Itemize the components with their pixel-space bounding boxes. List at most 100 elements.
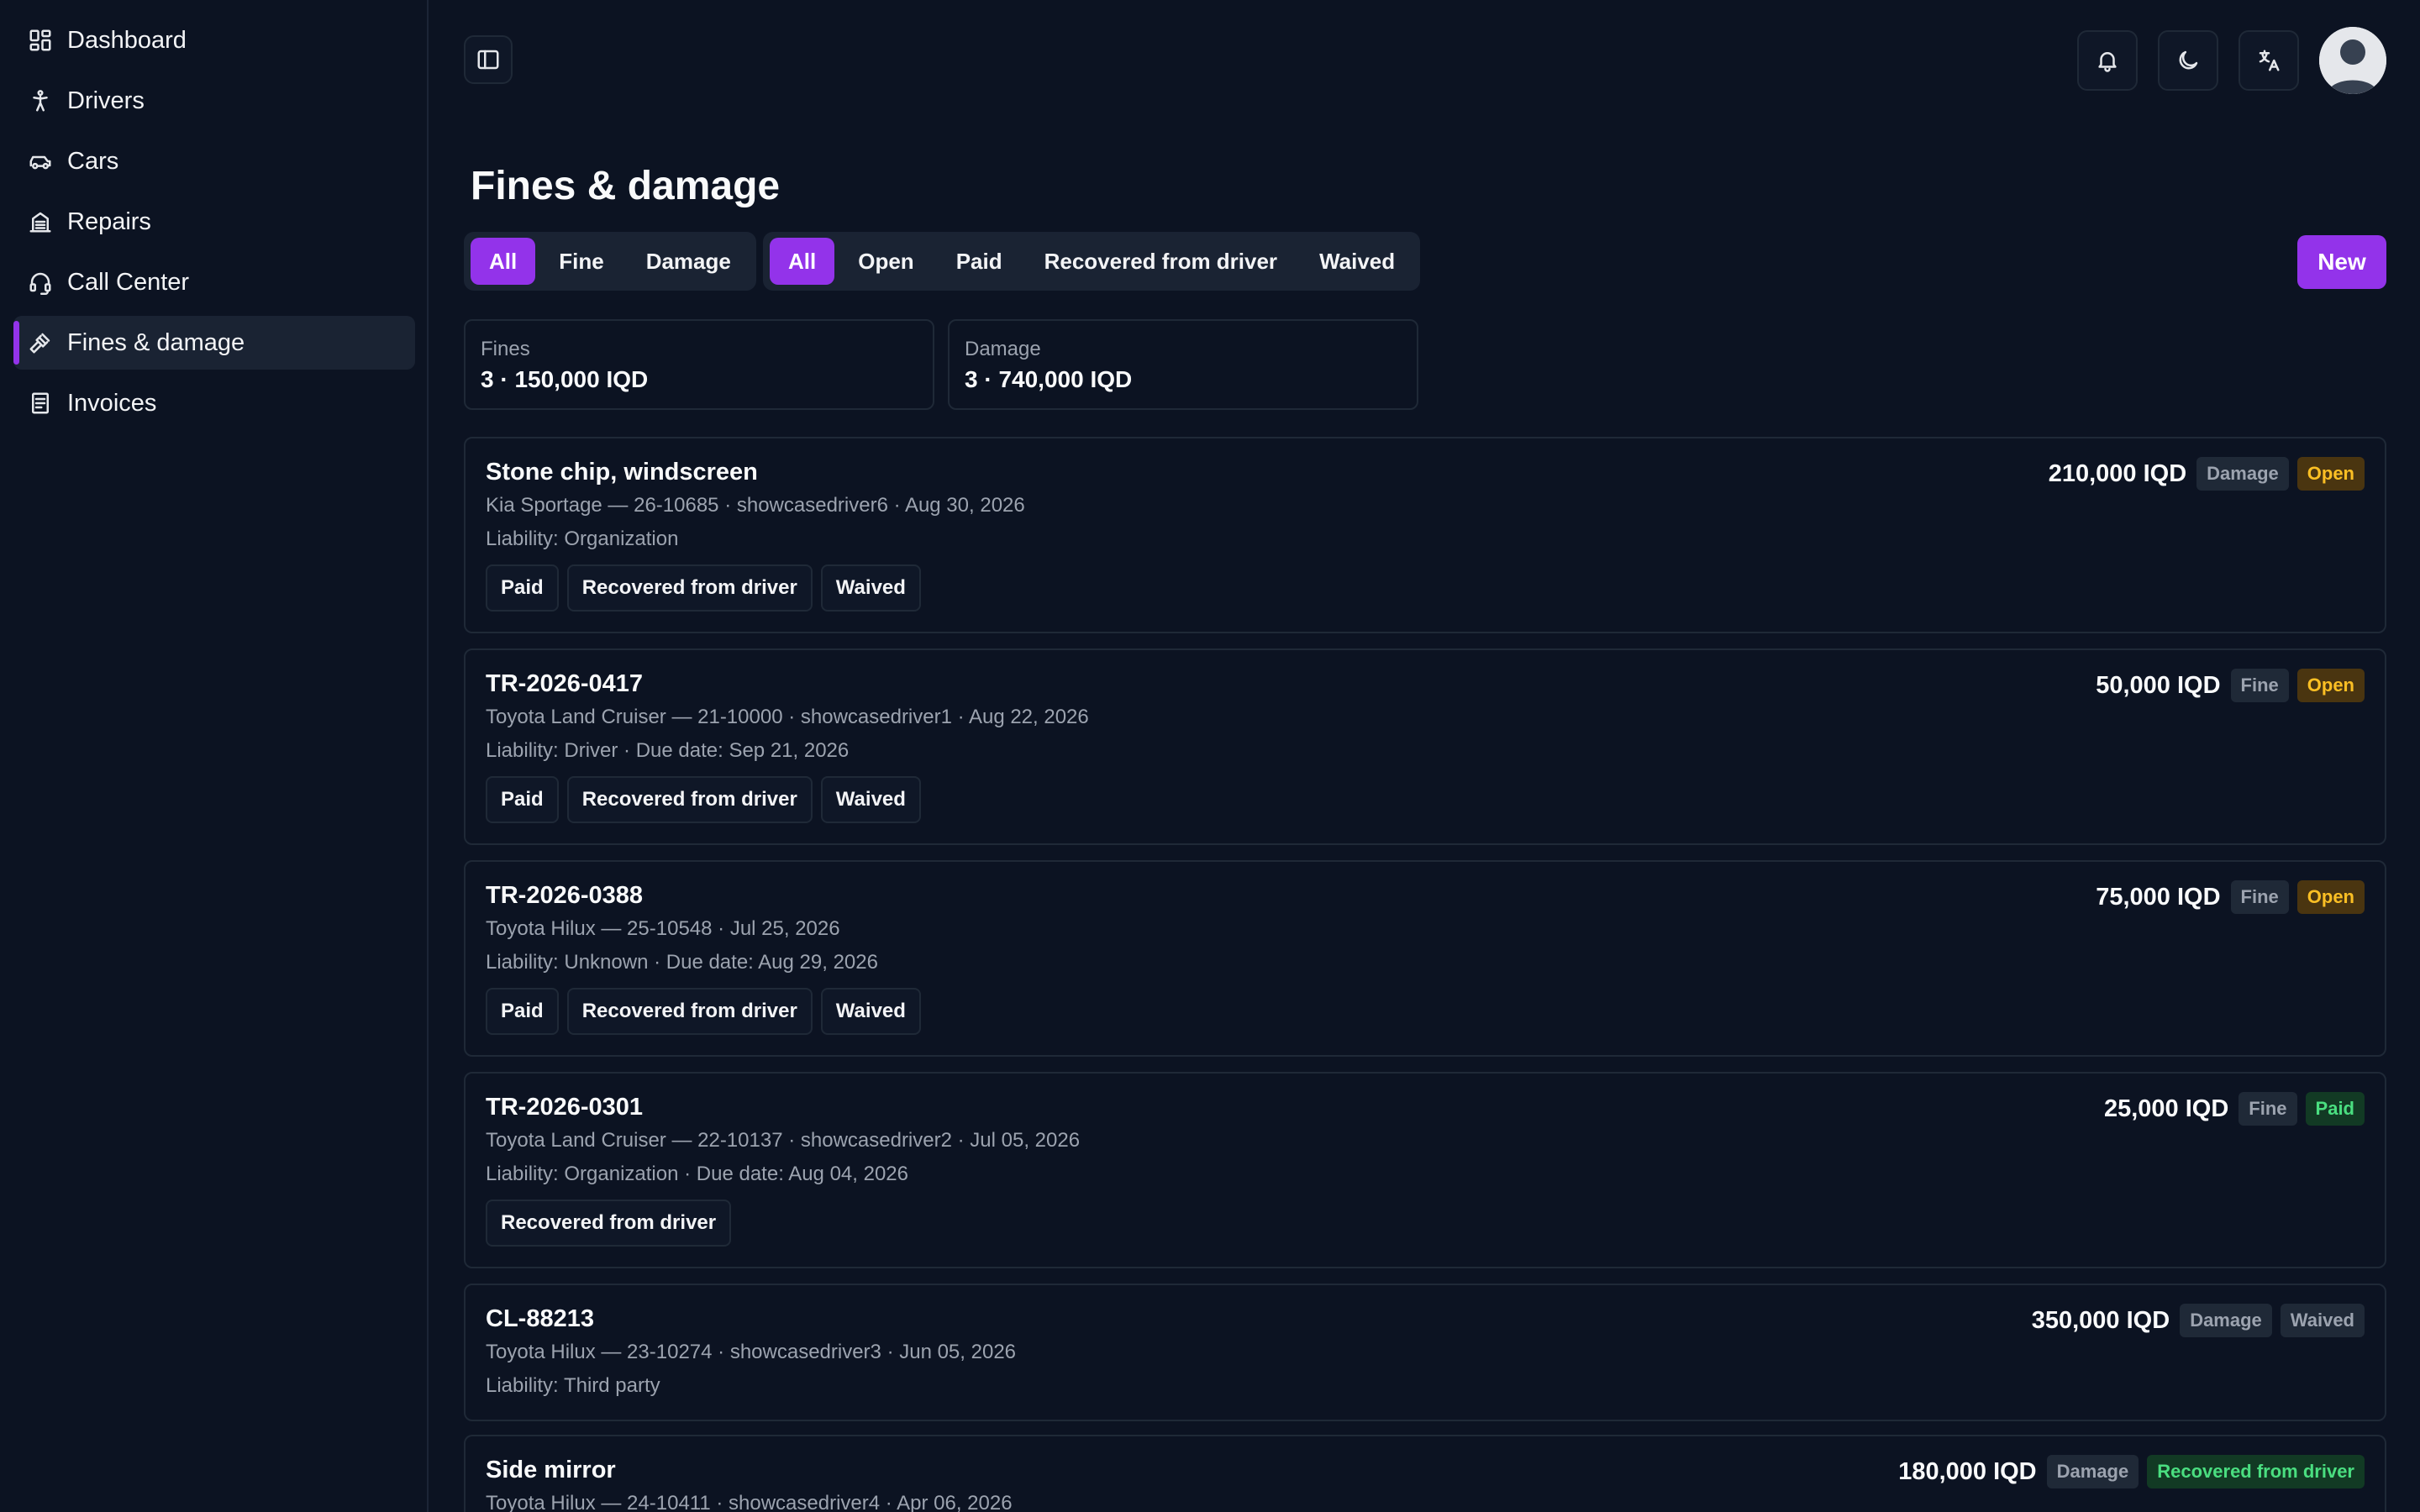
sidebar-item-label: Call Center — [67, 268, 190, 296]
sidebar-item-invoices[interactable]: Invoices — [13, 376, 415, 430]
status-badge: Waived — [2280, 1304, 2365, 1337]
invoice-icon — [27, 390, 54, 417]
translate-icon — [2259, 50, 2280, 71]
mark-waived-button[interactable]: Waived — [820, 564, 921, 612]
status-filter-paid[interactable]: Paid — [938, 238, 1021, 285]
new-button[interactable]: New — [2297, 235, 2386, 289]
mark-paid-button[interactable]: Paid — [486, 776, 559, 823]
mark-recovered-button[interactable]: Recovered from driver — [566, 564, 813, 612]
record-actions: Paid Recovered from driver Waived — [486, 776, 921, 823]
record-meta: 75,000 IQD Fine Open — [2096, 880, 2365, 914]
record-card[interactable]: TR-2026-0301 Toyota Land Cruiser — 22-10… — [464, 1072, 2386, 1268]
record-card[interactable]: TR-2026-0417 Toyota Land Cruiser — 21-10… — [464, 648, 2386, 845]
car-icon — [27, 148, 54, 175]
sidebar-item-dashboard[interactable]: Dashboard — [13, 13, 415, 67]
sidebar-item-label: Fines & damage — [67, 328, 245, 356]
type-filter-fine[interactable]: Fine — [540, 238, 622, 285]
sidebar-panel-icon — [477, 50, 499, 70]
record-subtitle: Toyota Hilux — 24-10411 · showcasedriver… — [486, 1492, 1013, 1512]
record-card[interactable]: Stone chip, windscreen Kia Sportage — 26… — [464, 437, 2386, 633]
record-title: Stone chip, windscreen — [486, 459, 758, 486]
sidebar: Dashboard Drivers Cars Repairs Call Cent… — [0, 0, 429, 1512]
page-title: Fines & damage — [471, 164, 781, 208]
record-amount: 25,000 IQD — [2103, 1095, 2229, 1122]
record-actions: Paid Recovered from driver Waived — [486, 988, 921, 1035]
status-badge: Paid — [2305, 1092, 2365, 1126]
record-title: TR-2026-0417 — [486, 670, 643, 697]
theme-toggle-button[interactable] — [2158, 30, 2218, 91]
record-subtitle: Toyota Land Cruiser — 22-10137 · showcas… — [486, 1129, 1081, 1152]
mark-waived-button[interactable]: Waived — [820, 776, 921, 823]
summary-label: Fines — [481, 338, 530, 360]
record-liability: Liability: Third party — [486, 1374, 660, 1397]
record-actions: Recovered from driver — [486, 1200, 732, 1247]
sidebar-item-label: Repairs — [67, 207, 151, 235]
mark-paid-button[interactable]: Paid — [486, 988, 559, 1035]
sidebar-item-fines-damage[interactable]: Fines & damage — [13, 316, 415, 370]
record-meta: 25,000 IQD Fine Paid — [2104, 1092, 2365, 1126]
type-filter-damage[interactable]: Damage — [628, 238, 750, 285]
summary-value: 3 · 740,000 IQD — [965, 366, 1133, 392]
person-icon — [27, 87, 54, 114]
sidebar-item-cars[interactable]: Cars — [13, 134, 415, 188]
record-amount: 180,000 IQD — [1898, 1457, 2037, 1485]
type-badge: Damage — [2180, 1304, 2272, 1337]
type-filter-all[interactable]: All — [471, 238, 536, 285]
type-badge: Damage — [2046, 1455, 2139, 1488]
record-card[interactable]: TR-2026-0388 Toyota Hilux — 25-10548 · J… — [464, 860, 2386, 1057]
sidebar-item-drivers[interactable]: Drivers — [13, 74, 415, 128]
record-liability: Liability: Driver · Due date: Sep 21, 20… — [486, 739, 850, 762]
status-badge: Open — [2296, 669, 2365, 702]
avatar[interactable] — [2319, 27, 2386, 94]
status-filter-open[interactable]: Open — [839, 238, 932, 285]
notifications-button[interactable] — [2077, 30, 2138, 91]
record-liability: Liability: Organization — [486, 528, 679, 550]
status-filter-waived[interactable]: Waived — [1301, 238, 1413, 285]
status-filter-group: All Open Paid Recovered from driver Waiv… — [763, 232, 1421, 291]
record-meta: 180,000 IQD Damage Recovered from driver — [1898, 1455, 2365, 1488]
type-filter-group: All Fine Damage — [464, 232, 756, 291]
sidebar-item-label: Invoices — [67, 389, 157, 417]
sidebar-item-call-center[interactable]: Call Center — [13, 255, 415, 309]
status-filter-all[interactable]: All — [770, 238, 835, 285]
record-amount: 75,000 IQD — [2096, 883, 2221, 911]
record-subtitle: Toyota Hilux — 23-10274 · showcasedriver… — [486, 1341, 1017, 1363]
record-liability: Liability: Organization · Due date: Aug … — [486, 1163, 908, 1185]
sidebar-item-label: Cars — [67, 147, 119, 175]
mark-waived-button[interactable]: Waived — [820, 988, 921, 1035]
status-badge: Open — [2296, 457, 2365, 491]
status-badge: Recovered from driver — [2147, 1455, 2365, 1488]
sidebar-item-label: Dashboard — [67, 26, 187, 54]
gavel-icon — [27, 329, 54, 356]
language-button[interactable] — [2238, 30, 2299, 91]
moon-icon — [2179, 50, 2198, 70]
sidebar-toggle-button[interactable] — [464, 35, 513, 84]
status-filter-recovered[interactable]: Recovered from driver — [1026, 238, 1296, 285]
summary-value: 3 · 150,000 IQD — [481, 366, 649, 392]
record-amount: 350,000 IQD — [2031, 1306, 2170, 1334]
record-amount: 50,000 IQD — [2096, 671, 2221, 699]
repair-icon — [27, 208, 54, 235]
record-meta: 350,000 IQD Damage Waived — [2032, 1304, 2365, 1337]
sidebar-item-label: Drivers — [67, 87, 145, 114]
dashboard-icon — [27, 27, 54, 54]
fines-summary-card: Fines 3 · 150,000 IQD — [464, 319, 934, 410]
record-title: Side mirror — [486, 1457, 616, 1483]
headset-icon — [27, 269, 54, 296]
record-actions: Paid Recovered from driver Waived — [486, 564, 921, 612]
record-title: TR-2026-0301 — [486, 1094, 643, 1121]
record-title: CL-88213 — [486, 1305, 594, 1332]
type-badge: Damage — [2196, 457, 2289, 491]
record-card[interactable]: CL-88213 Toyota Hilux — 23-10274 · showc… — [464, 1284, 2386, 1421]
sidebar-item-repairs[interactable]: Repairs — [13, 195, 415, 249]
damage-summary-card: Damage 3 · 740,000 IQD — [948, 319, 1418, 410]
mark-recovered-button[interactable]: Recovered from driver — [566, 776, 813, 823]
record-meta: 50,000 IQD Fine Open — [2096, 669, 2365, 702]
mark-recovered-button[interactable]: Recovered from driver — [566, 988, 813, 1035]
mark-paid-button[interactable]: Paid — [486, 564, 559, 612]
record-title: TR-2026-0388 — [486, 882, 643, 909]
record-subtitle: Kia Sportage — 26-10685 · showcasedriver… — [486, 494, 1025, 517]
summary-label: Damage — [965, 338, 1041, 360]
mark-recovered-button[interactable]: Recovered from driver — [486, 1200, 732, 1247]
record-card[interactable]: Side mirror Toyota Hilux — 24-10411 · sh… — [464, 1435, 2386, 1512]
